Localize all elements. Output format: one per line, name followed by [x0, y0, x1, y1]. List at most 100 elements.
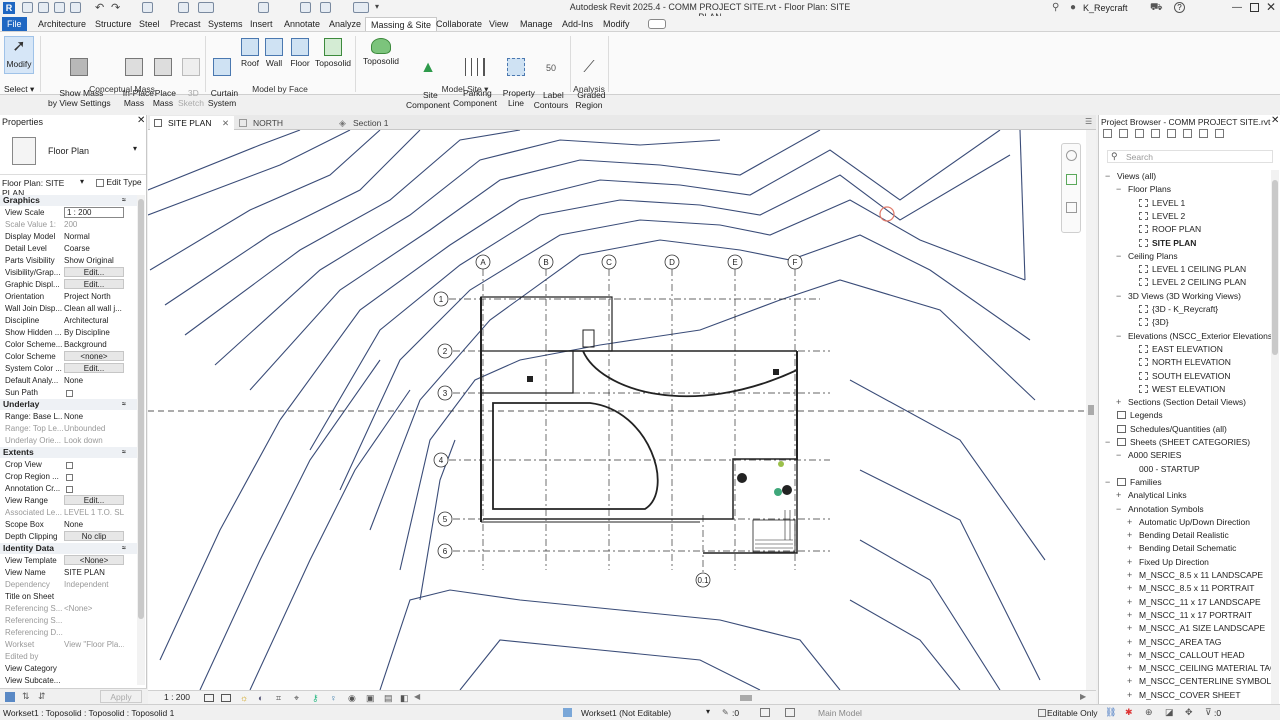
property-row[interactable]: Associated Le...LEVEL 1 T.O. SL... — [0, 507, 137, 519]
collapse-icon[interactable]: − — [1116, 250, 1121, 262]
toolbar-icon[interactable] — [1183, 129, 1192, 138]
tab-systems[interactable]: Systems — [203, 17, 248, 31]
instance-selector[interactable]: Floor Plan: SITE PLAN — [2, 178, 87, 198]
expand-icon[interactable]: + — [1127, 529, 1132, 541]
label-contours-button[interactable]: 50 Label Contours — [533, 38, 569, 110]
toolbar-icon[interactable] — [1199, 129, 1208, 138]
grid-head-row[interactable]: 5 — [437, 511, 453, 527]
grid-head-col[interactable]: B — [538, 254, 554, 270]
tab-collaborate[interactable]: Collaborate — [431, 17, 487, 31]
toolbar-icon[interactable] — [1215, 129, 1224, 138]
property-row[interactable]: Parts Visibility Show Original — [0, 255, 137, 267]
tab-steel[interactable]: Steel — [134, 17, 165, 31]
model-site-dropdown[interactable]: Model Site ▾ — [410, 84, 520, 95]
type-selector[interactable]: Floor Plan ▾ — [0, 129, 146, 175]
drawing-canvas[interactable]: A B C D E F 1 2 3 4 5 6 0.1 — [148, 130, 1086, 690]
grid-head-row[interactable]: 2 — [437, 343, 453, 359]
hide-isolate-icon[interactable]: ♀ — [330, 693, 337, 703]
sync-central-icon[interactable] — [70, 2, 81, 13]
property-row[interactable]: Color Scheme <none> — [0, 351, 137, 363]
instance-dropdown-icon[interactable]: ▾ — [80, 177, 84, 186]
select-pinned-icon[interactable]: ⊕ — [1145, 707, 1153, 718]
place-mass-button[interactable]: Place Mass — [148, 38, 178, 108]
tab-menu-icon[interactable]: ☰ — [1085, 117, 1092, 126]
property-row[interactable]: Detail Level Coarse — [0, 243, 137, 255]
browser-search-field[interactable]: ⚲ Search — [1107, 150, 1273, 163]
scroll-right-icon[interactable]: ▶ — [1080, 692, 1086, 701]
property-row[interactable]: Scale Value 1: 200 — [0, 219, 137, 231]
properties-close-icon[interactable]: ✕ — [137, 115, 145, 126]
zoom-icon[interactable] — [1066, 174, 1077, 185]
property-checkbox[interactable] — [66, 390, 73, 397]
floor-by-face-button[interactable]: Floor — [288, 38, 312, 68]
property-row[interactable]: Scope Box None — [0, 519, 137, 531]
scroll-thumb[interactable] — [1088, 405, 1094, 415]
tab-insert[interactable]: Insert — [245, 17, 278, 31]
tab-modify[interactable]: Modify — [598, 17, 635, 31]
minimize-icon[interactable]: — — [1232, 2, 1242, 13]
browser-close-icon[interactable]: ✕ — [1271, 115, 1279, 126]
shadows-icon[interactable]: ◐ — [258, 693, 263, 703]
expand-icon[interactable]: + — [1127, 609, 1132, 621]
property-button[interactable]: Edit... — [64, 363, 124, 373]
main-model-label[interactable]: Main Model — [818, 708, 862, 718]
expand-icon[interactable]: + — [1127, 542, 1132, 554]
grid-head-col[interactable]: E — [727, 254, 743, 270]
roof-by-face-button[interactable]: Roof — [239, 38, 261, 68]
property-button[interactable]: No clip — [64, 531, 124, 541]
grid-head-row[interactable]: 1 — [433, 291, 449, 307]
grid-head-row[interactable]: 4 — [433, 452, 449, 468]
collapse-icon[interactable]: − — [1105, 170, 1110, 182]
3d-view-icon[interactable] — [300, 2, 311, 13]
property-row[interactable]: Dependency Independent — [0, 579, 137, 591]
property-button[interactable]: <none> — [64, 351, 124, 361]
user-icon[interactable]: ● — [1070, 2, 1076, 13]
text-icon[interactable] — [258, 2, 269, 13]
property-row[interactable]: Visibility/Grap... Edit... — [0, 267, 137, 279]
property-row[interactable]: Range: Base L... None — [0, 411, 137, 423]
grid-head-row[interactable]: 6 — [437, 543, 453, 559]
tab-manage[interactable]: Manage — [515, 17, 558, 31]
property-row[interactable]: Range: Top Le... Unbounded — [0, 423, 137, 435]
select-dropdown[interactable]: Select ▾ — [4, 84, 34, 95]
properties-tab-icon[interactable] — [5, 692, 15, 702]
property-checkbox[interactable] — [66, 474, 73, 481]
close-icon[interactable]: ✕ — [1266, 0, 1276, 14]
property-row[interactable]: Show Hidden ... By Discipline — [0, 327, 137, 339]
tab-architecture[interactable]: Architecture — [33, 17, 91, 31]
properties-scrollbar-thumb[interactable] — [138, 199, 144, 619]
expand-icon[interactable]: + — [1127, 596, 1132, 608]
property-row[interactable]: Display Model Normal — [0, 231, 137, 243]
collapse-icon[interactable]: − — [1116, 290, 1121, 302]
apply-button[interactable]: Apply — [100, 690, 142, 703]
sun-path-icon[interactable]: ☼ — [240, 693, 248, 703]
print-icon[interactable] — [142, 2, 153, 13]
property-row[interactable]: View Name SITE PLAN — [0, 567, 137, 579]
lock-3d-icon[interactable]: ⚷ — [312, 693, 319, 704]
full-navigation-wheel-icon[interactable] — [1066, 150, 1077, 161]
property-section[interactable]: Extents ≈ — [0, 447, 137, 458]
collapse-icon[interactable]: − — [1116, 449, 1121, 461]
grid-head-col[interactable]: D — [664, 254, 680, 270]
property-row[interactable]: Referencing S... — [0, 615, 137, 627]
switch-windows-icon[interactable] — [353, 2, 369, 13]
tab-add-ins[interactable]: Add-Ins — [557, 17, 598, 31]
editing-requests-icon[interactable]: ✎ — [722, 708, 729, 717]
collapse-icon[interactable]: ≈ — [122, 195, 126, 206]
modify-button[interactable]: ➚ Modify — [4, 36, 34, 74]
property-row[interactable]: Default Analy... None — [0, 375, 137, 387]
in-place-mass-button[interactable]: In-Place Mass — [118, 38, 154, 108]
expand-icon[interactable]: + — [1127, 622, 1132, 634]
property-row[interactable]: View Template <None> — [0, 555, 137, 567]
maximize-icon[interactable] — [1250, 3, 1259, 12]
toposolid-button[interactable]: Toposolid — [360, 38, 402, 66]
property-row[interactable]: Depth Clipping No clip — [0, 531, 137, 543]
property-row[interactable]: Wall Join Disp... Clean all wall j... — [0, 303, 137, 315]
property-row[interactable]: Crop Region ... — [0, 471, 137, 483]
property-row[interactable]: Graphic Displ... Edit... — [0, 279, 137, 291]
sync-icon[interactable] — [54, 2, 65, 13]
property-row[interactable]: Referencing S... <None> — [0, 603, 137, 615]
property-row[interactable]: Workset View "Floor Pla... — [0, 639, 137, 651]
visual-style-icon[interactable] — [221, 694, 231, 702]
collapse-icon[interactable]: ≈ — [122, 447, 126, 458]
